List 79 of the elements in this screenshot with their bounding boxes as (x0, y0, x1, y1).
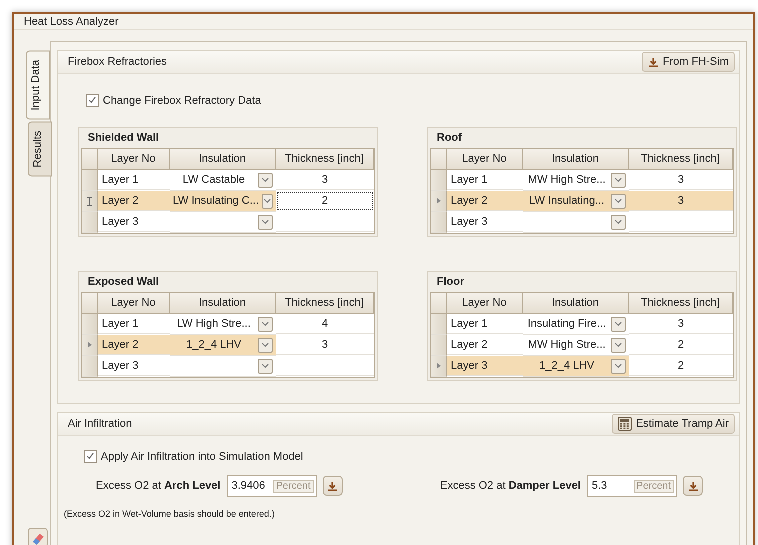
thickness-cell[interactable]: 2 (277, 192, 373, 210)
unit-label: Percent (273, 480, 314, 492)
row-header[interactable] (82, 335, 98, 356)
column-header: Thickness [inch] (629, 149, 733, 170)
download-button[interactable] (322, 476, 343, 496)
insulation-dropdown[interactable]: LW High Stre... (170, 314, 276, 335)
input-field[interactable]: 3.9406 Percent (226, 475, 317, 497)
insulation-dropdown[interactable] (523, 212, 629, 233)
field-label: Excess O2 at Damper Level (440, 480, 581, 492)
column-header: Layer No (98, 149, 170, 170)
download-button[interactable] (683, 476, 703, 496)
insulation-dropdown[interactable]: LW Insulating... (523, 191, 629, 212)
insulation-dropdown[interactable]: LW Insulating C... (170, 191, 276, 212)
chevron-down-icon (615, 342, 622, 348)
column-header: Thickness [inch] (276, 149, 374, 170)
column-header: Insulation (523, 293, 629, 314)
field-label: Excess O2 at Arch Level (96, 480, 221, 492)
column-header: Insulation (523, 149, 629, 170)
column-header: Layer No (98, 293, 170, 314)
tab[interactable]: Input Data (26, 51, 50, 120)
input-field[interactable]: 5.3 Percent (587, 475, 677, 497)
window-title: Heat Loss Analyzer (24, 16, 119, 28)
calculator-icon (618, 417, 632, 431)
checkmark-icon (86, 452, 95, 461)
eraser-icon[interactable] (28, 528, 48, 545)
note-text: (Excess O2 in Wet-Volume basis should be entered.) (64, 509, 276, 519)
unit-label: Percent (634, 480, 674, 492)
insulation-dropdown[interactable] (170, 212, 276, 233)
chevron-down-icon (615, 198, 622, 204)
chevron-down-icon (615, 364, 622, 368)
row-header[interactable] (431, 191, 447, 212)
chevron-down-icon (615, 220, 622, 224)
chevron-down-icon (264, 198, 271, 204)
checkbox[interactable]: Apply Air Infiltration into Simulation Model (84, 450, 739, 463)
row-pointer-icon (436, 198, 440, 204)
insulation-dropdown[interactable]: MW High Stre... (523, 170, 629, 191)
checkbox[interactable]: Change Firebox Refractory Data (86, 94, 739, 107)
table-cell: Layer 2 (447, 191, 523, 211)
table-title: Exposed Wall (87, 275, 160, 290)
table-cell: Layer 2 (98, 335, 170, 355)
chevron-down-icon (262, 178, 269, 182)
estimate-button[interactable]: Estimate Tramp Air (612, 414, 735, 434)
download-icon (327, 480, 338, 492)
table-title: Roof (436, 131, 464, 146)
row-header[interactable] (82, 191, 98, 212)
column-header: Thickness [inch] (276, 293, 374, 314)
chevron-down-icon (262, 364, 269, 368)
chevron-down-icon (262, 342, 269, 348)
row-header[interactable] (431, 356, 447, 377)
table-cell: Layer 2 (98, 191, 170, 211)
chevron-down-icon (262, 220, 269, 224)
text-cursor-icon (87, 196, 92, 206)
insulation-dropdown[interactable] (170, 356, 276, 377)
chevron-down-icon (615, 322, 622, 326)
insulation-dropdown[interactable]: 1_2_4 LHV (523, 356, 629, 377)
insulation-dropdown[interactable]: 1_2_4 LHV (170, 335, 276, 356)
table-title: Floor (436, 275, 466, 290)
insulation-dropdown[interactable]: MW High Stre... (523, 335, 629, 356)
chevron-down-icon (262, 322, 269, 326)
row-pointer-icon (88, 342, 92, 348)
table-title: Shielded Wall (87, 131, 160, 146)
column-header: Layer No (447, 293, 523, 314)
insulation-dropdown[interactable]: LW Castable (170, 170, 276, 191)
column-header: Insulation (170, 149, 276, 170)
row-pointer-icon (436, 363, 440, 369)
download-icon (648, 56, 659, 68)
column-header: Layer No (447, 149, 523, 170)
column-header: Thickness [inch] (629, 293, 733, 314)
column-header: Insulation (170, 293, 276, 314)
import-button[interactable]: From FH-Sim (642, 52, 735, 72)
chevron-down-icon (615, 178, 622, 182)
section-title: Firebox Refractories (68, 56, 168, 68)
thickness-cell[interactable]: 3 (629, 191, 733, 211)
table-cell: Layer 3 (447, 356, 523, 376)
download-icon (688, 480, 698, 492)
checkmark-icon (88, 96, 97, 105)
section-title: Air Infiltration (68, 418, 132, 430)
tab[interactable]: Results (28, 122, 52, 176)
insulation-dropdown[interactable]: Insulating Fire... (523, 314, 629, 335)
